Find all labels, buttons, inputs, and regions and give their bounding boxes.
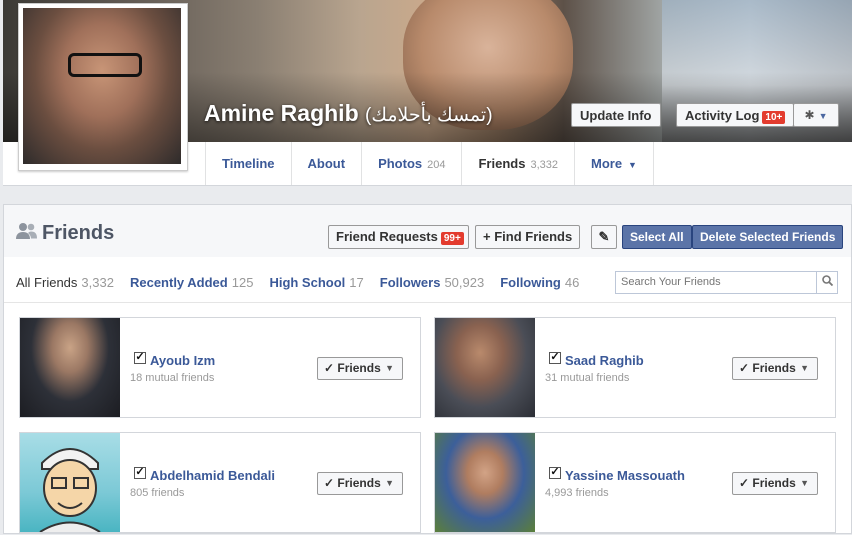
profile-picture[interactable]: [18, 3, 188, 171]
friend-requests-badge: 99+: [440, 232, 464, 245]
friend-photo[interactable]: [20, 318, 120, 417]
check-icon: ✓: [135, 351, 145, 363]
chevron-down-icon: ▼: [800, 478, 809, 488]
filter-followers[interactable]: Followers 50,923: [380, 275, 484, 290]
friend-name[interactable]: Ayoub Izm: [150, 353, 215, 368]
gear-icon: ✱: [804, 108, 815, 122]
edit-button[interactable]: ✎: [591, 225, 617, 249]
activity-log-badge: 10+: [762, 111, 786, 124]
select-all-button[interactable]: Select All: [622, 225, 692, 249]
friends-filters: All Friends 3,332 Recently Added 125 High …: [16, 275, 579, 290]
friends-panel-title: Friends: [16, 221, 114, 245]
chevron-down-icon: ▼: [800, 363, 809, 373]
update-info-button[interactable]: Update Info: [571, 103, 661, 127]
tab-timeline[interactable]: Timeline: [206, 142, 292, 185]
pencil-icon: ✎: [598, 229, 610, 244]
tab-more[interactable]: More ▼: [575, 142, 654, 185]
friend-checkbox[interactable]: ✓: [134, 352, 146, 364]
friend-subtext[interactable]: 31 mutual friends: [545, 372, 629, 384]
check-icon: ✓: [550, 351, 560, 363]
friend-name[interactable]: Yassine Massouath: [565, 468, 685, 483]
friend-checkbox[interactable]: ✓: [134, 467, 146, 479]
chevron-down-icon: ▼: [818, 111, 828, 121]
friend-photo[interactable]: [435, 318, 535, 417]
friends-dropdown-button[interactable]: ✓ Friends ▼: [317, 472, 403, 495]
friend-checkbox[interactable]: ✓: [549, 352, 561, 364]
friend-checkbox[interactable]: ✓: [549, 467, 561, 479]
profile-alt-name: (تمسك بأحلامك): [365, 105, 493, 126]
friend-name[interactable]: Saad Raghib: [565, 353, 644, 368]
profile-photo: [23, 8, 181, 164]
chevron-down-icon: ▼: [628, 160, 637, 170]
filter-recently-added[interactable]: Recently Added 125: [130, 275, 253, 290]
friend-name[interactable]: Abdelhamid Bendali: [150, 468, 275, 483]
search-input[interactable]: [616, 272, 822, 292]
friends-dropdown-button[interactable]: ✓ Friends ▼: [732, 472, 818, 495]
friend-card: ✓ Abdelhamid Bendali 805 friends ✓ Frien…: [19, 432, 421, 533]
search-icon[interactable]: [816, 272, 837, 293]
friend-card: ✓ Yassine Massouath 4,993 friends ✓ Frie…: [434, 432, 836, 533]
friend-subtext[interactable]: 4,993 friends: [545, 487, 609, 499]
check-icon: ✓: [324, 476, 335, 490]
find-friends-button[interactable]: + Find Friends: [475, 225, 581, 249]
chevron-down-icon: ▼: [385, 478, 394, 488]
check-icon: ✓: [324, 361, 335, 375]
tab-friends[interactable]: Friends 3,332: [462, 142, 575, 185]
friend-subtext[interactable]: 18 mutual friends: [130, 372, 214, 384]
chevron-down-icon: ▼: [385, 363, 394, 373]
check-icon: ✓: [550, 466, 560, 478]
friend-photo[interactable]: [20, 433, 120, 533]
friends-dropdown-button[interactable]: ✓ Friends ▼: [317, 357, 403, 380]
check-icon: ✓: [739, 361, 750, 375]
check-icon: ✓: [739, 476, 750, 490]
friend-card: ✓ Saad Raghib 31 mutual friends ✓ Friend…: [434, 317, 836, 418]
tab-photos[interactable]: Photos 204: [362, 142, 463, 185]
divider: [4, 302, 851, 303]
profile-name: Amine Raghib (تمسك بأحلامك): [204, 100, 493, 127]
friend-subtext[interactable]: 805 friends: [130, 487, 184, 499]
settings-button[interactable]: ✱ ▼: [793, 103, 839, 127]
friend-card: ✓ Ayoub Izm 18 mutual friends ✓ Friends ▼: [19, 317, 421, 418]
friend-requests-button[interactable]: Friend Requests 99+: [328, 225, 469, 249]
activity-log-button[interactable]: Activity Log 10+: [676, 103, 795, 127]
profile-name-text: Amine Raghib: [204, 100, 359, 126]
filter-following[interactable]: Following 46: [500, 275, 579, 290]
filter-high-school[interactable]: High School 17: [269, 275, 363, 290]
friends-search: [615, 271, 838, 294]
friends-icon: [16, 222, 38, 240]
friend-photo[interactable]: [435, 433, 535, 532]
tab-about[interactable]: About: [292, 142, 363, 185]
filter-all-friends[interactable]: All Friends 3,332: [16, 275, 114, 290]
delete-selected-friends-button[interactable]: Delete Selected Friends: [692, 225, 844, 249]
profile-tabs: Timeline About Photos 204 Friends 3,332 Mo…: [205, 142, 654, 185]
friends-dropdown-button[interactable]: ✓ Friends ▼: [732, 357, 818, 380]
check-icon: ✓: [135, 466, 145, 478]
friends-panel: Friends Friend Requests 99+ + Find Friend…: [3, 204, 852, 534]
